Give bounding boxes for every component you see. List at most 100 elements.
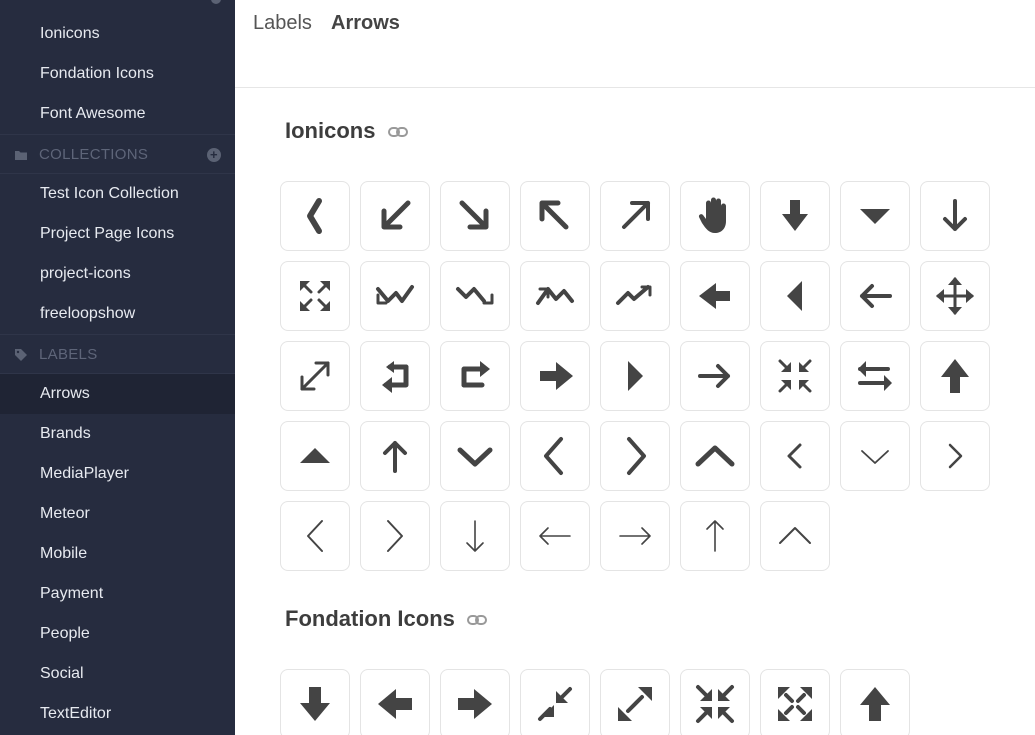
- icon-tile[interactable]: [520, 181, 590, 251]
- caret-right-icon: [628, 361, 643, 391]
- chevron-down-bold-icon: [457, 447, 493, 467]
- arrow-up-thin-icon: [706, 520, 724, 552]
- arrows-expand-icon: [618, 687, 652, 721]
- icon-tile[interactable]: [440, 341, 510, 411]
- main-content: Labels Arrows Ionicons Fondation Icons: [235, 0, 1035, 735]
- icon-tile[interactable]: [600, 341, 670, 411]
- icon-tile[interactable]: [680, 261, 750, 331]
- sidebar-item-test-icon-collection[interactable]: Test Icon Collection: [0, 174, 235, 214]
- arrows-out-icon: [778, 687, 812, 721]
- icon-tile[interactable]: [760, 421, 830, 491]
- sidebar-item-texteditor[interactable]: TextEditor: [0, 694, 235, 734]
- icon-tile[interactable]: [840, 421, 910, 491]
- icon-tile[interactable]: [360, 501, 430, 571]
- sidebar-item-fondation-icons[interactable]: Fondation Icons: [0, 54, 235, 94]
- swap-icon: [858, 361, 892, 391]
- icon-tile[interactable]: [360, 669, 430, 735]
- labels-header: LABELS: [0, 334, 235, 374]
- icon-tile[interactable]: [280, 261, 350, 331]
- icon-tile[interactable]: [520, 341, 590, 411]
- arrow-down-fat-icon: [300, 687, 330, 721]
- icon-tile[interactable]: [760, 181, 830, 251]
- icon-tile[interactable]: [280, 181, 350, 251]
- icon-tile[interactable]: [520, 501, 590, 571]
- icon-tile[interactable]: [920, 421, 990, 491]
- icon-tile[interactable]: [600, 501, 670, 571]
- add-collection-icon[interactable]: +: [207, 148, 221, 162]
- icon-tile[interactable]: [360, 181, 430, 251]
- icon-tile[interactable]: [360, 421, 430, 491]
- icon-tile[interactable]: [520, 669, 590, 735]
- collections-header-label: COLLECTIONS: [39, 146, 149, 163]
- icon-tile[interactable]: [920, 261, 990, 331]
- folder-icon: [15, 151, 27, 160]
- sidebar-item-social[interactable]: Social: [0, 654, 235, 694]
- icon-tile[interactable]: [840, 181, 910, 251]
- icon-tile[interactable]: [280, 669, 350, 735]
- icon-tile[interactable]: [440, 501, 510, 571]
- arrow-down-left-icon: [381, 200, 411, 230]
- icon-tile[interactable]: [680, 181, 750, 251]
- sidebar-item-mobile[interactable]: Mobile: [0, 534, 235, 574]
- icon-tile[interactable]: [680, 501, 750, 571]
- icon-tile[interactable]: [600, 421, 670, 491]
- icon-tile[interactable]: [680, 421, 750, 491]
- link-icon[interactable]: [467, 614, 488, 626]
- set-title-fondation-icons: Fondation Icons: [285, 606, 488, 632]
- icon-tile[interactable]: [440, 421, 510, 491]
- arrow-right-solid-icon: [540, 362, 573, 390]
- sidebar-item-arrows[interactable]: Arrows: [0, 374, 235, 414]
- icon-tile[interactable]: [520, 421, 590, 491]
- icon-tile[interactable]: [840, 669, 910, 735]
- icon-tile[interactable]: [680, 669, 750, 735]
- icon-tile[interactable]: [360, 341, 430, 411]
- icon-tile[interactable]: [600, 669, 670, 735]
- arrow-left-solid-icon: [699, 283, 730, 309]
- sidebar-item-freeloopshow[interactable]: freeloopshow: [0, 294, 235, 334]
- icon-tile[interactable]: [440, 181, 510, 251]
- arrow-up-left-icon: [539, 200, 569, 230]
- icon-tile[interactable]: [920, 181, 990, 251]
- move-icon: [936, 277, 974, 315]
- icon-tile[interactable]: [280, 341, 350, 411]
- sidebar-item-brands[interactable]: Brands: [0, 414, 235, 454]
- trend-down-right-icon: [456, 287, 494, 305]
- link-icon[interactable]: [387, 126, 408, 138]
- sidebar-item-meteor[interactable]: Meteor: [0, 494, 235, 534]
- sidebar-item-project-icons[interactable]: project-icons: [0, 254, 235, 294]
- icon-tile[interactable]: [280, 501, 350, 571]
- icon-tile[interactable]: [600, 261, 670, 331]
- arrows-in-icon: [696, 685, 734, 723]
- sidebar-top-edge: [0, 0, 235, 10]
- sidebar-item-ionicons[interactable]: Ionicons: [0, 14, 235, 54]
- return-right-icon: [461, 361, 490, 388]
- breadcrumb-root[interactable]: Labels: [253, 12, 312, 35]
- angle-left-icon: [307, 520, 323, 552]
- sidebar-item-people[interactable]: People: [0, 614, 235, 654]
- icon-tile[interactable]: [600, 181, 670, 251]
- icon-tile[interactable]: [280, 421, 350, 491]
- scroll-indicator-icon: [211, 0, 221, 4]
- icon-tile[interactable]: [840, 341, 910, 411]
- icon-tile[interactable]: [680, 341, 750, 411]
- icon-tile[interactable]: [840, 261, 910, 331]
- sidebar-item-mediaplayer[interactable]: MediaPlayer: [0, 454, 235, 494]
- icon-tile[interactable]: [760, 341, 830, 411]
- expand-icon: [300, 281, 330, 311]
- resize-icon: [300, 361, 330, 391]
- icon-tile[interactable]: [440, 669, 510, 735]
- trend-up-icon: [616, 285, 652, 305]
- sidebar-item-project-page-icons[interactable]: Project Page Icons: [0, 214, 235, 254]
- sidebar-item-font-awesome[interactable]: Font Awesome: [0, 94, 235, 134]
- icon-tile[interactable]: [440, 261, 510, 331]
- arrow-down-thin-icon: [466, 520, 484, 552]
- arrow-down-icon: [943, 199, 967, 231]
- icon-tile[interactable]: [760, 669, 830, 735]
- icon-tile[interactable]: [520, 261, 590, 331]
- sidebar-item-payment[interactable]: Payment: [0, 574, 235, 614]
- icon-tile[interactable]: [760, 501, 830, 571]
- icon-tile[interactable]: [360, 261, 430, 331]
- arrow-left-thin-icon: [539, 527, 571, 545]
- icon-tile[interactable]: [920, 341, 990, 411]
- icon-tile[interactable]: [760, 261, 830, 331]
